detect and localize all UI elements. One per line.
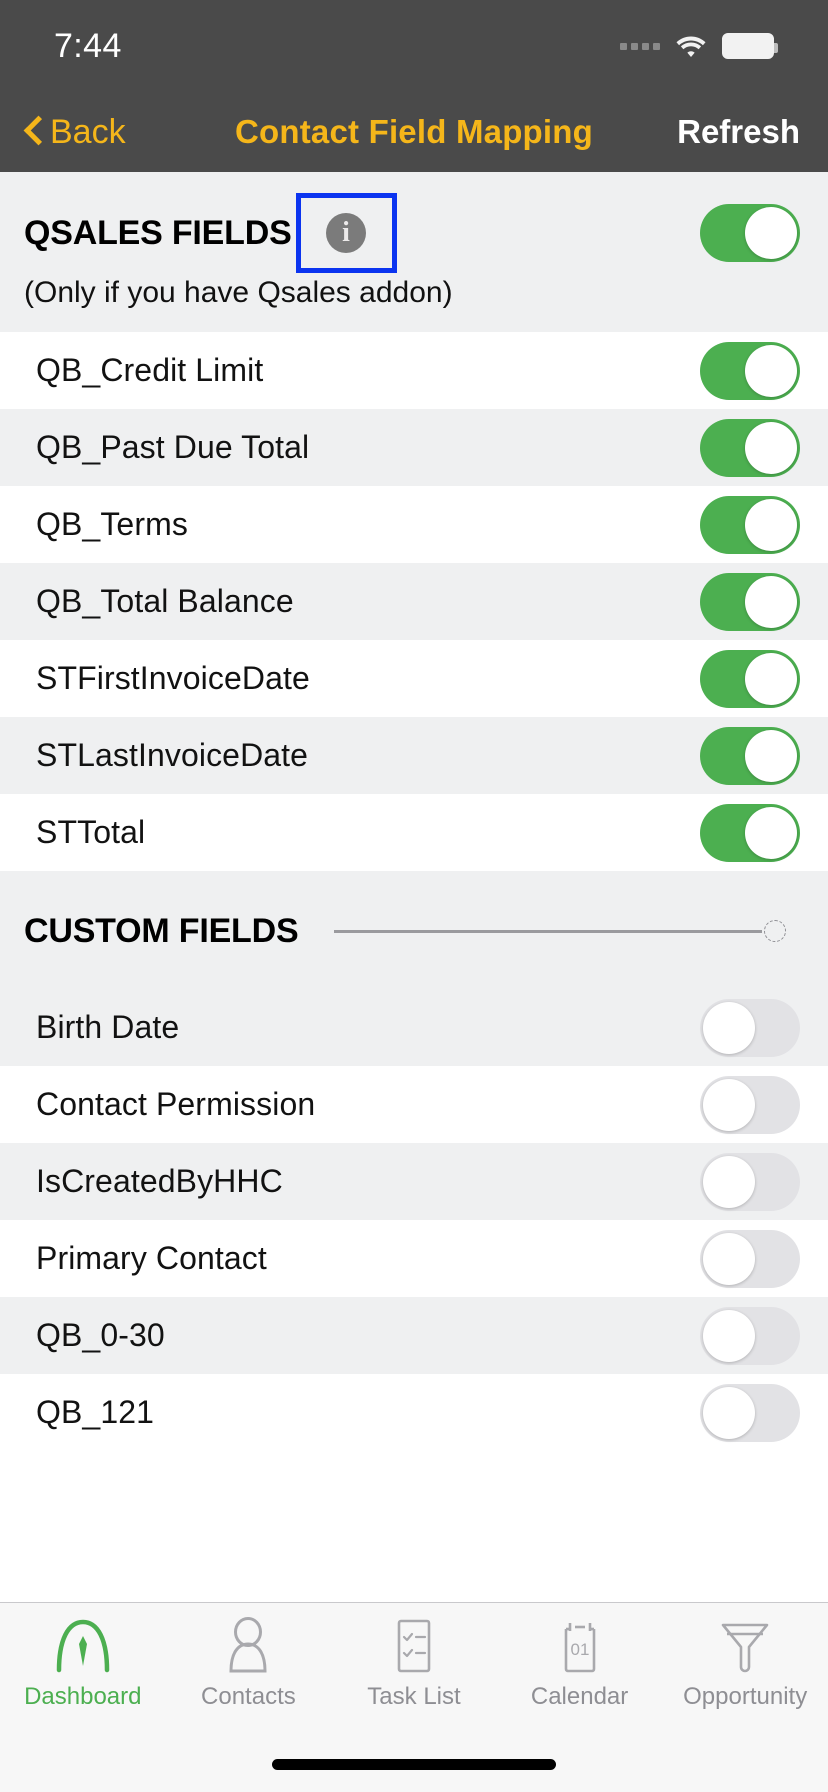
row-toggle[interactable] [700, 1075, 800, 1134]
toggle-knob [703, 1001, 755, 1054]
row-toggle[interactable] [700, 1152, 800, 1211]
status-bar: 7:44 [0, 0, 828, 92]
custom-fields-slider[interactable] [334, 911, 786, 951]
calendar-icon: 01 [552, 1615, 608, 1677]
toggle-knob [703, 1386, 755, 1439]
funnel-icon [715, 1615, 775, 1677]
toggle-knob [745, 575, 797, 628]
section-subtitle-qsales: (Only if you have Qsales addon) [24, 276, 453, 309]
chevron-left-icon [24, 116, 44, 148]
row-label: QB_Terms [36, 506, 188, 542]
slider-track [334, 929, 762, 933]
row-label: QB_Credit Limit [36, 352, 264, 388]
toggle-knob [745, 806, 797, 859]
tab-label: Dashboard [24, 1683, 142, 1710]
bottom-tab-bar: Dashboard Contacts Task List 01 Calendar… [0, 1602, 828, 1792]
toggle-knob [745, 729, 797, 782]
section-toggle-qsales[interactable] [700, 204, 800, 262]
toggle-knob [703, 1232, 755, 1285]
table-row[interactable]: Primary Contact [0, 1220, 828, 1297]
qsales-info-highlight-box[interactable]: i [295, 193, 397, 273]
tab-opportunity[interactable]: Opportunity [662, 1603, 828, 1733]
row-toggle[interactable] [700, 1383, 800, 1442]
tab-task-list[interactable]: Task List [331, 1603, 497, 1733]
toggle-knob [703, 1309, 755, 1362]
row-label: QB_121 [36, 1394, 155, 1430]
tab-label: Opportunity [683, 1683, 808, 1710]
person-icon [222, 1615, 274, 1677]
table-row[interactable]: QB_Total Balance [0, 563, 828, 640]
row-toggle[interactable] [700, 726, 800, 785]
back-button-label: Back [50, 112, 126, 151]
status-indicators [620, 33, 778, 59]
table-row[interactable]: Contact Permission [0, 1066, 828, 1143]
table-row[interactable]: IsCreatedByHHC [0, 1143, 828, 1220]
table-row[interactable]: QB_Terms [0, 486, 828, 563]
row-label: QB_Total Balance [36, 583, 294, 619]
home-indicator [272, 1759, 556, 1770]
tab-contacts[interactable]: Contacts [166, 1603, 332, 1733]
checklist-icon [386, 1615, 442, 1677]
tab-list: Dashboard Contacts Task List 01 Calendar… [0, 1603, 828, 1733]
gauge-icon [54, 1615, 112, 1677]
row-toggle[interactable] [700, 418, 800, 477]
toggle-knob [745, 652, 797, 705]
table-row[interactable]: STTotal [0, 794, 828, 871]
row-label: Birth Date [36, 1009, 180, 1045]
status-time: 7:44 [54, 26, 122, 65]
table-row[interactable]: QB_121 [0, 1374, 828, 1451]
toggle-knob [703, 1078, 755, 1131]
signal-dots-icon [620, 42, 660, 50]
section-toggle-qsales-wrapper [700, 204, 800, 262]
row-toggle[interactable] [700, 341, 800, 400]
toggle-knob [745, 344, 797, 397]
tab-calendar[interactable]: 01 Calendar [497, 1603, 663, 1733]
row-label: QB_Past Due Total [36, 429, 310, 465]
section-title-custom: CUSTOM FIELDS [24, 911, 299, 950]
toggle-knob [703, 1155, 755, 1208]
battery-icon [722, 33, 778, 59]
back-button[interactable]: Back [0, 113, 230, 152]
row-toggle[interactable] [700, 803, 800, 862]
row-toggle[interactable] [700, 495, 800, 554]
row-label: Contact Permission [36, 1086, 316, 1122]
row-toggle[interactable] [700, 1229, 800, 1288]
row-label: Primary Contact [36, 1240, 267, 1276]
row-label: STTotal [36, 814, 146, 850]
refresh-button[interactable]: Refresh [598, 113, 828, 151]
tab-label: Contacts [201, 1683, 296, 1710]
row-label: QB_0-30 [36, 1317, 165, 1353]
field-mapping-list[interactable]: QSALES FIELDS i (Only if you have Qsales… [0, 172, 828, 1602]
section-header-title-row: QSALES FIELDS i [24, 193, 804, 273]
table-row[interactable]: QB_Credit Limit [0, 332, 828, 409]
app-screen: 7:44 Back Contact Field Mapping Refresh [0, 0, 828, 1792]
tab-dashboard[interactable]: Dashboard [0, 1603, 166, 1733]
slider-knob[interactable] [764, 920, 786, 942]
row-label: STFirstInvoiceDate [36, 660, 310, 696]
table-row[interactable]: STLastInvoiceDate [0, 717, 828, 794]
toggle-knob [745, 421, 797, 474]
toggle-knob [745, 498, 797, 551]
tab-label: Task List [367, 1683, 461, 1710]
toggle-knob [745, 207, 797, 259]
row-toggle[interactable] [700, 572, 800, 631]
page-title: Contact Field Mapping [234, 113, 593, 150]
svg-text:01: 01 [570, 1640, 589, 1659]
tab-label: Calendar [530, 1683, 629, 1710]
row-label: IsCreatedByHHC [36, 1163, 283, 1199]
table-row[interactable]: QB_Past Due Total [0, 409, 828, 486]
table-row[interactable]: QB_0-30 [0, 1297, 828, 1374]
row-toggle[interactable] [700, 1306, 800, 1365]
navigation-bar: Back Contact Field Mapping Refresh [0, 92, 828, 172]
table-row[interactable]: STFirstInvoiceDate [0, 640, 828, 717]
row-label: STLastInvoiceDate [36, 737, 309, 773]
section-header-custom-fields: CUSTOM FIELDS [0, 871, 828, 989]
section-header-qsales-fields: QSALES FIELDS i (Only if you have Qsales… [0, 172, 828, 332]
section-title-qsales: QSALES FIELDS [24, 213, 292, 252]
info-icon[interactable]: i [326, 213, 367, 253]
row-toggle[interactable] [700, 649, 800, 708]
row-toggle[interactable] [700, 998, 800, 1057]
table-row[interactable]: Birth Date [0, 989, 828, 1066]
wifi-icon [674, 33, 708, 59]
